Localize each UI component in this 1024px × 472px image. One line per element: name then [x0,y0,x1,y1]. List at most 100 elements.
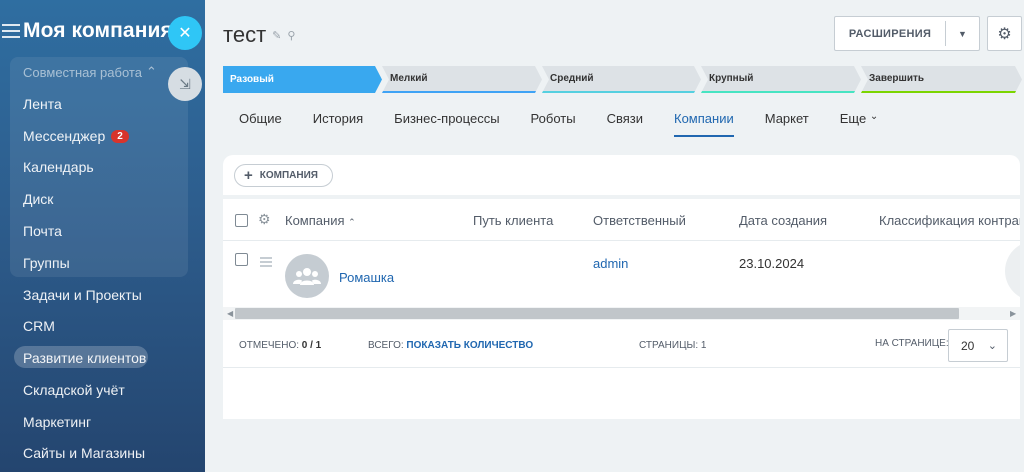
sidebar-item-label: Лента [23,96,62,112]
stage-label: Мелкий [390,73,428,84]
sidebar-item-label: Маркетинг [23,414,92,430]
left-sidebar: Моя компания Совместная работа ⌃ Лента М… [0,0,205,472]
add-company-panel: + КОМПАНИЯ [223,155,1020,195]
column-responsible[interactable]: Ответственный [593,213,686,228]
tab-companies[interactable]: Компании [674,111,734,137]
scrollbar-thumb[interactable] [235,308,959,319]
sidebar-group-title-label: Совместная работа [23,64,142,80]
gear-icon[interactable]: ⚙ [258,211,271,228]
selected-label: ОТМЕЧЕНО: [239,340,299,351]
per-page-label: НА СТРАНИЦЕ: [875,338,949,349]
sidebar-item-label: Сайты и Магазины [23,445,146,461]
tab-history[interactable]: История [313,111,363,137]
minimize-icon: ⇲ [179,75,191,92]
sidebar-item-calendar[interactable]: Календарь [23,159,94,175]
responsible-link[interactable]: admin [593,256,628,271]
column-classification[interactable]: Классификация контрагента [879,213,1020,228]
sidebar-item-tasks[interactable]: Задачи и Проекты [23,287,142,303]
chevron-down-icon[interactable]: ▼ [946,29,979,39]
column-company[interactable]: Компания ⌃ [285,213,356,228]
add-company-button[interactable]: + КОМПАНИЯ [234,164,333,187]
stage-bar: Разовый Мелкий Средний Крупный Завершить [223,66,1024,93]
chevron-down-icon: ⌄ [869,111,879,122]
close-icon: ✕ [178,25,192,42]
sidebar-item-label: Календарь [23,159,94,175]
chevron-right-icon: › [1019,258,1020,284]
tab-label: Связи [606,111,643,126]
total-label: ВСЕГО: [368,340,404,351]
menu-icon[interactable] [2,24,20,38]
settings-button[interactable]: ⚙ [987,16,1022,51]
sidebar-item-messenger[interactable]: Мессенджер 2 [23,128,129,144]
stage-large[interactable]: Крупный [701,66,861,93]
selected-counter: ОТМЕЧЕНО: 0 / 1 [239,340,321,351]
tab-label: История [312,111,364,126]
tab-links[interactable]: Связи [607,111,643,137]
sidebar-item-disk[interactable]: Диск [23,191,53,207]
drag-handle-icon[interactable] [260,257,272,269]
tab-robots[interactable]: Роботы [531,111,576,137]
stage-medium[interactable]: Средний [542,66,701,93]
company-name-link[interactable]: Ромашка [339,270,394,285]
entity-tabs: Общие История Бизнес-процессы Роботы Свя… [239,111,909,137]
sidebar-item-label: Почта [23,223,62,239]
link-icon[interactable]: ⚲ [287,29,295,42]
scroll-right-arrow-icon[interactable]: ▶ [1010,309,1016,318]
row-checkbox[interactable] [235,253,248,266]
column-client-path[interactable]: Путь клиента [473,213,553,228]
pages-label: СТРАНИЦЫ: [639,340,699,351]
stage-label: Крупный [709,73,754,84]
column-created-date[interactable]: Дата создания [739,213,827,228]
stage-label: Средний [550,73,594,84]
sidebar-item-mail[interactable]: Почта [23,223,62,239]
sidebar-item-sites[interactable]: Сайты и Магазины [23,445,145,461]
sidebar-group-title[interactable]: Совместная работа ⌃ [23,64,157,80]
sidebar-item-label: Группы [23,255,70,271]
extensions-button[interactable]: РАСШИРЕНИЯ ▼ [834,16,980,51]
tab-general[interactable]: Общие [239,111,282,137]
tab-market[interactable]: Маркет [765,111,809,137]
tab-label: Роботы [530,111,576,126]
close-slider-button[interactable]: ✕ [168,16,202,50]
total-counter: ВСЕГО: ПОКАЗАТЬ КОЛИЧЕСТВО [368,340,533,351]
select-all-checkbox[interactable] [235,214,248,227]
company-name[interactable]: Моя компания [23,19,173,43]
chevron-down-icon: ⌄ [987,340,997,352]
tab-label: Компании [674,111,734,126]
tab-business-processes[interactable]: Бизнес-процессы [394,111,499,137]
stage-finish[interactable]: Завершить [861,66,1022,93]
sidebar-item-label: Диск [23,191,54,207]
sidebar-item-inventory[interactable]: Складской учёт [23,382,125,398]
company-avatar [285,254,329,298]
stage-one-time[interactable]: Разовый [223,66,382,93]
tab-label: Еще [839,111,867,126]
tab-label: Маркет [764,111,809,126]
entity-slider: тест ✎ ⚲ РАСШИРЕНИЯ ▼ ⚙ Разовый Мелкий С… [205,0,1024,472]
sidebar-item-groups[interactable]: Группы [23,255,70,271]
pencil-icon[interactable]: ✎ [272,29,281,42]
tab-more[interactable]: Еще ⌄ [840,111,878,137]
people-icon [293,268,321,285]
pages-counter: СТРАНИЦЫ: 1 [639,340,706,351]
extensions-label: РАСШИРЕНИЯ [848,27,932,40]
page-title: тест ✎ ⚲ [223,22,295,48]
column-label: Компания [285,213,345,228]
stage-small[interactable]: Мелкий [382,66,542,93]
pages-value: 1 [700,340,707,351]
sidebar-item-marketing[interactable]: Маркетинг [23,414,91,430]
per-page-select[interactable]: 20 ⌄ [948,329,1008,362]
companies-grid: ⚙ Компания ⌃ Путь клиента Ответственный … [223,199,1020,419]
scroll-left-arrow-icon[interactable]: ◀ [227,309,233,318]
sidebar-item-feed[interactable]: Лента [23,96,62,112]
counter-badge: 2 [111,129,129,143]
selected-value: 0 / 1 [301,340,322,351]
minimize-slider-button[interactable]: ⇲ [168,67,202,101]
sidebar-item-label: CRM [23,318,55,334]
scroll-right-button[interactable]: › [1005,241,1020,301]
show-count-link[interactable]: ПОКАЗАТЬ КОЛИЧЕСТВО [406,340,533,351]
horizontal-scrollbar[interactable]: ◀ ▶ [223,307,1020,320]
page-title-text[interactable]: тест [223,22,266,48]
sidebar-item-crm[interactable]: CRM [23,318,55,334]
sidebar-item-client-development[interactable]: Развитие клиентов [23,350,146,366]
chevron-up-icon: ⌃ [145,64,157,79]
